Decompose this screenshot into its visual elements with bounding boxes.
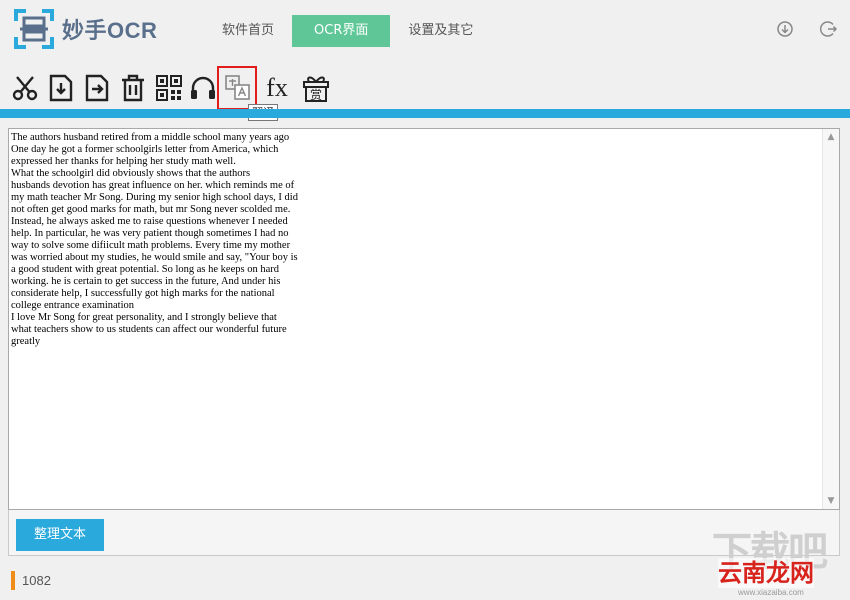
tidy-text-button[interactable]: 整理文本 bbox=[16, 519, 104, 551]
trash-icon[interactable] bbox=[118, 72, 148, 104]
app-header: 妙手OCR 软件首页 OCR界面 设置及其它 bbox=[0, 0, 850, 62]
export-icon[interactable] bbox=[82, 72, 112, 104]
tab-home[interactable]: 软件首页 bbox=[208, 15, 288, 47]
tab-settings[interactable]: 设置及其它 bbox=[394, 15, 487, 47]
status-marker bbox=[11, 571, 15, 590]
ocr-text-area[interactable]: The authors husband retired from a middl… bbox=[8, 128, 840, 510]
watermark: 下载吧 云南龙网 www.xiazaiba.com bbox=[712, 528, 844, 597]
watermark-red-text: 云南龙网 bbox=[718, 558, 814, 588]
qrcode-icon[interactable] bbox=[154, 72, 184, 104]
app-logo: 妙手OCR bbox=[12, 7, 157, 51]
scissors-icon[interactable] bbox=[10, 72, 40, 104]
tab-ocr[interactable]: OCR界面 bbox=[292, 15, 391, 47]
character-count: 1082 bbox=[22, 573, 51, 588]
scroll-down-icon[interactable]: ▼ bbox=[823, 493, 839, 509]
watermark-url: www.xiazaiba.com bbox=[738, 588, 804, 597]
import-icon[interactable] bbox=[46, 72, 76, 104]
headphones-icon[interactable] bbox=[188, 72, 218, 104]
vertical-scrollbar[interactable]: ▲ ▼ bbox=[822, 129, 839, 509]
logout-icon[interactable] bbox=[819, 20, 838, 38]
scroll-up-icon[interactable]: ▲ bbox=[823, 129, 839, 145]
logo-icon bbox=[12, 7, 56, 51]
formula-icon[interactable]: fx bbox=[260, 72, 294, 104]
toolbar: fx 赏 bbox=[0, 68, 850, 108]
reward-icon[interactable]: 赏 bbox=[301, 72, 331, 104]
ocr-text[interactable]: The authors husband retired from a middl… bbox=[11, 132, 821, 502]
main-nav: 软件首页 OCR界面 设置及其它 bbox=[208, 15, 491, 47]
app-name: 妙手OCR bbox=[62, 18, 158, 43]
reward-label: 赏 bbox=[310, 88, 322, 102]
download-icon[interactable] bbox=[776, 20, 794, 38]
toolbar-divider bbox=[0, 109, 850, 118]
